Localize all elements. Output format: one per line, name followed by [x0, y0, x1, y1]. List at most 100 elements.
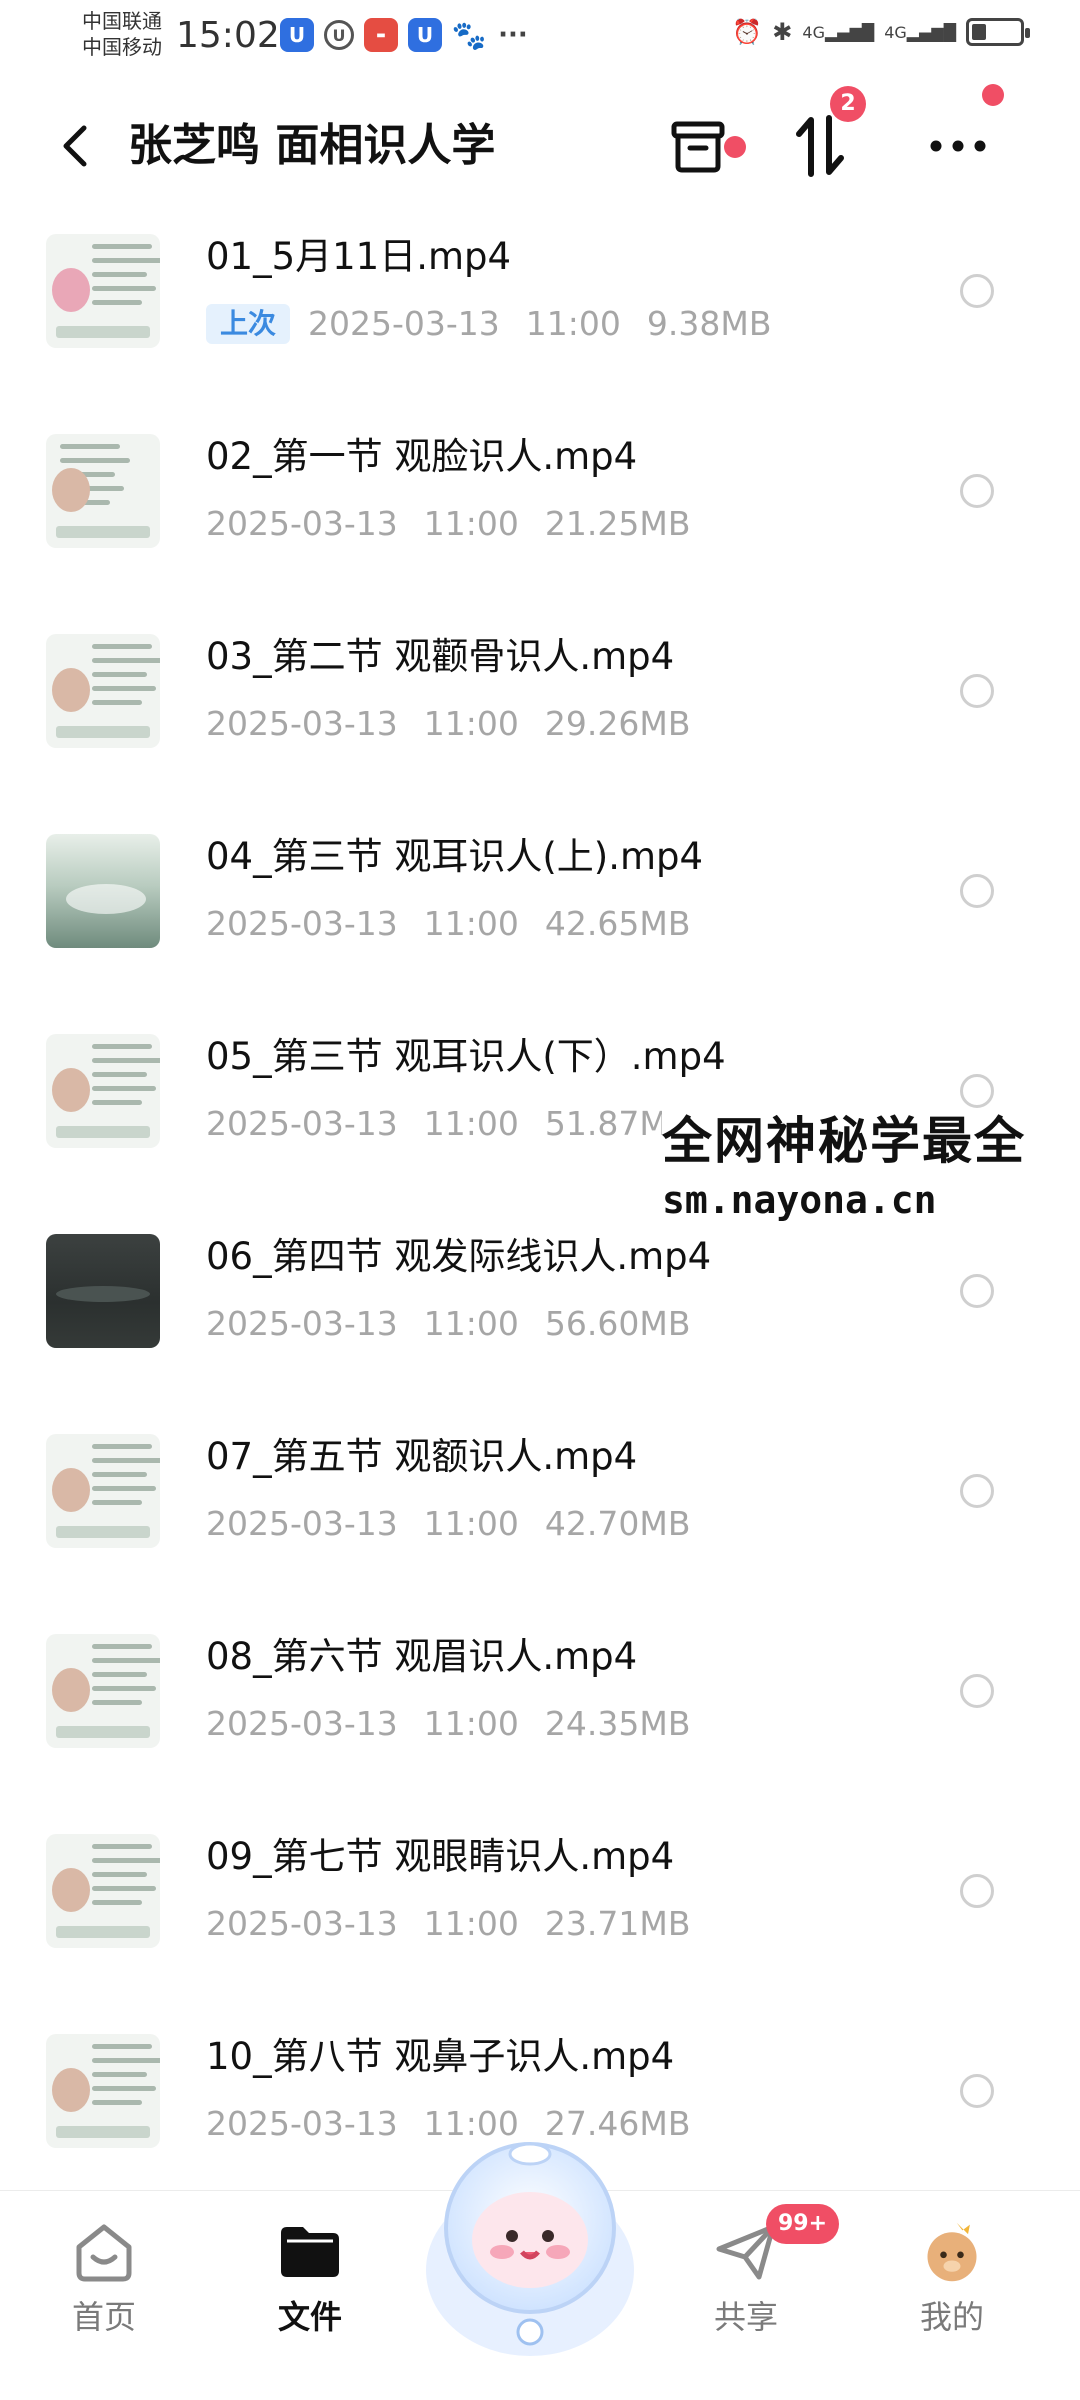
file-meta: 2025-03-13 11:00 24.35MB: [206, 1702, 716, 1746]
file-time: 11:00: [423, 1504, 519, 1543]
status-bar: 中国联通 中国移动 15:02 U U ▬ U 🐾 ··· ⏰ ✱ 4G▂▄▆█…: [0, 0, 1080, 80]
astronaut-mascot-icon: [426, 2142, 634, 2356]
nav-files-label: 文件: [277, 2298, 342, 2336]
file-date: 2025-03-13: [206, 704, 398, 743]
back-button[interactable]: [50, 116, 100, 176]
file-name: 07_第五节 观额识人.mp4: [206, 1435, 638, 1478]
file-size: 21.25MB: [544, 504, 691, 543]
file-meta: 2025-03-13 11:00 42.65MB: [206, 902, 716, 946]
file-size: 24.35MB: [544, 1704, 691, 1743]
file-time: 11:00: [423, 504, 519, 543]
archive-notification-dot: [724, 136, 746, 158]
video-thumbnail: [46, 234, 160, 348]
file-time: 11:00: [423, 904, 519, 943]
watermark-overlay: 全网神秘学最全 sm.nayona.cn: [662, 1108, 1062, 1226]
page-title: 张芝鸣 面相识人学: [128, 120, 496, 171]
select-checkbox[interactable]: [960, 874, 994, 908]
alarm-icon: ⏰: [732, 18, 763, 46]
video-thumbnail: [46, 2034, 160, 2148]
file-name: 10_第八节 观鼻子识人.mp4: [206, 2035, 675, 2078]
watermark-url: sm.nayona.cn: [662, 1178, 937, 1222]
file-row[interactable]: 08_第六节 观眉识人.mp4 2025-03-13 11:00 24.35MB: [0, 1626, 1080, 1826]
video-thumbnail: [46, 1634, 160, 1748]
file-name: 09_第七节 观眼睛识人.mp4: [206, 1835, 675, 1878]
file-date: 2025-03-13: [206, 1104, 398, 1143]
header: 张芝鸣 面相识人学 2: [0, 80, 1080, 210]
nav-mine[interactable]: 我的: [882, 2219, 1022, 2339]
select-checkbox[interactable]: [960, 474, 994, 508]
sort-arrows-icon: [796, 115, 844, 177]
nav-share-label: 共享: [713, 2298, 778, 2336]
file-meta: 2025-03-13 11:00 42.70MB: [206, 1502, 716, 1546]
file-size: 42.65MB: [544, 904, 691, 943]
file-row[interactable]: 01_5月11日.mp4 上次 2025-03-13 11:00 9.38MB: [0, 226, 1080, 426]
battery-icon: [966, 18, 1030, 46]
file-date: 2025-03-13: [206, 1304, 398, 1343]
select-checkbox[interactable]: [960, 2074, 994, 2108]
signal-icon: 4G▂▄▆█: [802, 22, 875, 42]
status-time: 15:02: [176, 15, 280, 56]
select-checkbox[interactable]: [960, 1874, 994, 1908]
carrier-1: 中国联通: [82, 9, 162, 33]
file-time: 11:00: [423, 1904, 519, 1943]
file-time: 11:00: [423, 1704, 519, 1743]
file-row[interactable]: 06_第四节 观发际线识人.mp4 2025-03-13 11:00 56.60MB: [0, 1226, 1080, 1426]
signal-icon: 4G▂▄▆█: [884, 22, 956, 42]
chevron-left-icon: [63, 125, 87, 167]
file-name: 08_第六节 观眉识人.mp4: [206, 1635, 638, 1678]
archive-box-icon: [671, 121, 725, 173]
app-notification-icon: U: [280, 18, 314, 52]
file-meta: 2025-03-13 11:00 29.26MB: [206, 702, 716, 746]
file-name: 03_第二节 观颧骨识人.mp4: [206, 635, 675, 678]
select-checkbox[interactable]: [960, 1274, 994, 1308]
huawei-notification-icon: ▬: [364, 18, 398, 52]
file-date: 2025-03-13: [308, 304, 500, 343]
file-row[interactable]: 09_第七节 观眼睛识人.mp4 2025-03-13 11:00 23.71MB: [0, 1826, 1080, 2026]
select-checkbox[interactable]: [960, 1074, 994, 1108]
file-time: 11:00: [423, 1104, 519, 1143]
system-icons: ⏰ ✱ 4G▂▄▆█ 4G▂▄▆█: [732, 18, 1030, 46]
file-time: 11:00: [423, 1304, 519, 1343]
more-options-button[interactable]: [920, 108, 996, 184]
nav-home[interactable]: 首页: [34, 2219, 174, 2339]
video-thumbnail: [46, 1034, 160, 1148]
home-icon: [71, 2219, 137, 2285]
notification-icons: U U ▬ U 🐾 ···: [280, 18, 530, 52]
profile-avatar-icon: [919, 2219, 985, 2285]
app-notification-icon: U: [408, 18, 442, 52]
file-size: 9.38MB: [646, 304, 772, 343]
watermark-text: 全网神秘学最全: [662, 1112, 1026, 1170]
file-size: 42.70MB: [544, 1504, 691, 1543]
nav-home-label: 首页: [71, 2298, 136, 2336]
nav-files[interactable]: 文件: [240, 2219, 380, 2339]
video-thumbnail: [46, 1834, 160, 1948]
more-dots-icon: [930, 140, 986, 152]
file-name: 04_第三节 观耳识人(上).mp4: [206, 835, 704, 878]
select-checkbox[interactable]: [960, 1474, 994, 1508]
file-row[interactable]: 03_第二节 观颧骨识人.mp4 2025-03-13 11:00 29.26MB: [0, 626, 1080, 826]
file-row[interactable]: 02_第一节 观脸识人.mp4 2025-03-13 11:00 21.25MB: [0, 426, 1080, 626]
file-name: 02_第一节 观脸识人.mp4: [206, 435, 638, 478]
video-thumbnail: [46, 634, 160, 748]
file-date: 2025-03-13: [206, 504, 398, 543]
file-meta: 2025-03-13 11:00 23.71MB: [206, 1902, 716, 1946]
file-date: 2025-03-13: [206, 2104, 398, 2143]
nav-mine-label: 我的: [919, 2298, 984, 2336]
file-date: 2025-03-13: [206, 1504, 398, 1543]
select-checkbox[interactable]: [960, 1674, 994, 1708]
ai-assistant-mascot-button[interactable]: [420, 2120, 640, 2360]
more-notifications-icon: ···: [498, 20, 528, 50]
file-meta: 2025-03-13 11:00 21.25MB: [206, 502, 716, 546]
select-checkbox[interactable]: [960, 674, 994, 708]
file-row[interactable]: 07_第五节 观额识人.mp4 2025-03-13 11:00 42.70MB: [0, 1426, 1080, 1626]
select-checkbox[interactable]: [960, 274, 994, 308]
file-time: 11:00: [525, 304, 621, 343]
file-meta: 2025-03-13 11:00 56.60MB: [206, 1302, 716, 1346]
baidu-paw-icon: 🐾: [451, 18, 487, 52]
file-row[interactable]: 04_第三节 观耳识人(上).mp4 2025-03-13 11:00 42.65MB: [0, 826, 1080, 1026]
file-meta: 上次 2025-03-13 11:00 9.38MB: [206, 302, 798, 346]
video-thumbnail: [46, 834, 160, 948]
file-date: 2025-03-13: [206, 1904, 398, 1943]
carrier-info: 中国联通 中国移动: [82, 8, 162, 60]
file-name: 06_第四节 观发际线识人.mp4: [206, 1235, 712, 1278]
